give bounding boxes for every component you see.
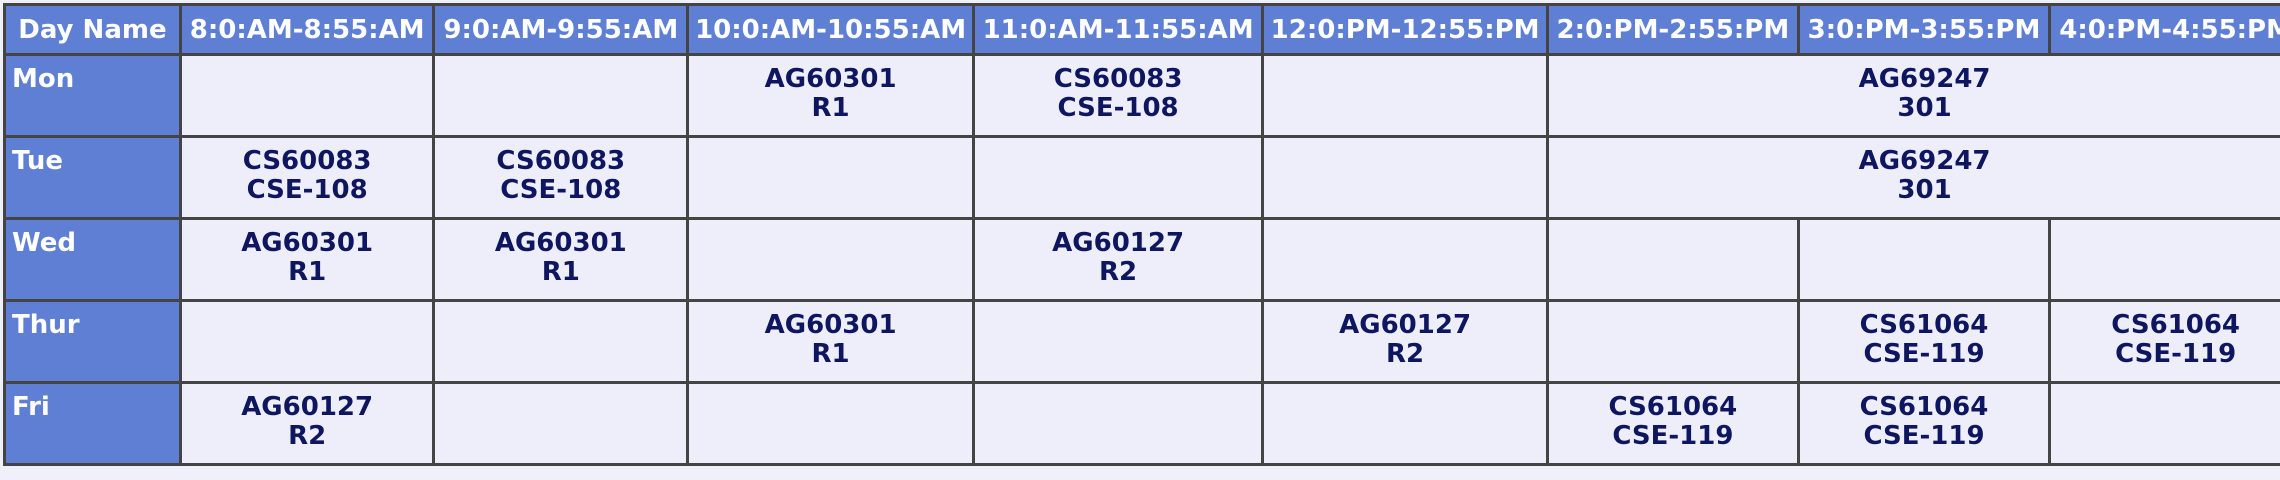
timetable-cell — [1799, 220, 2052, 302]
room-name: CSE-119 — [2115, 339, 2237, 369]
course-code: CS61064 — [2111, 310, 2241, 340]
timetable-cell — [689, 138, 976, 220]
table-row: Fri AG60127 R2 CS61064 CSE-119 CS61064 CSE-… — [6, 384, 2280, 466]
timetable-cell — [435, 384, 690, 466]
table-row: Wed AG60301 R1 AG60301 R1 AG60127 R2 — [6, 220, 2280, 302]
header-slot-7: 3:0:PM-3:55:PM — [1799, 6, 2052, 56]
day-label: Mon — [6, 56, 182, 138]
room-name: R1 — [541, 257, 580, 287]
course-code: AG69247 — [1858, 64, 1991, 94]
table-row: Thur AG60301 R1 AG60127 R2 CS61064 CSE-119 … — [6, 302, 2280, 384]
timetable-cell: CS60083 CSE-108 — [975, 56, 1265, 138]
timetable-cell — [689, 384, 976, 466]
timetable-cell: AG60127 R2 — [181, 384, 436, 466]
room-name: R1 — [288, 257, 327, 287]
timetable-cell: CS60083 CSE-108 — [181, 138, 436, 220]
timetable-cell: AG69247 301 — [1549, 56, 2280, 138]
timetable-cell — [181, 302, 436, 384]
day-label: Thur — [6, 302, 182, 384]
course-code: CS61064 — [1859, 310, 1989, 340]
room-name: 301 — [1897, 175, 1952, 205]
timetable-cell — [975, 138, 1265, 220]
timetable-cell — [1264, 56, 1550, 138]
timetable-cell — [689, 220, 976, 302]
timetable-cell: CS61064 CSE-119 — [2051, 302, 2280, 384]
timetable-cell — [1264, 220, 1550, 302]
header-slot-5: 12:0:PM-12:55:PM — [1264, 6, 1550, 56]
room-name: 301 — [1897, 93, 1952, 123]
timetable-container: Day Name 8:0:AM-8:55:AM 9:0:AM-9:55:AM 1… — [0, 0, 2280, 466]
header-slot-2: 9:0:AM-9:55:AM — [435, 6, 690, 56]
timetable-cell: AG60301 R1 — [689, 56, 976, 138]
header-slot-1: 8:0:AM-8:55:AM — [181, 6, 436, 56]
room-name: CSE-108 — [500, 175, 622, 205]
timetable-cell — [2051, 220, 2280, 302]
table-row: Tue CS60083 CSE-108 CS60083 CSE-108 AG6924… — [6, 138, 2280, 220]
timetable-cell — [435, 302, 690, 384]
room-name: R2 — [1099, 257, 1138, 287]
header-day-name: Day Name — [6, 6, 182, 56]
timetable-cell — [975, 384, 1265, 466]
timetable-cell: CS61064 CSE-119 — [1549, 384, 1800, 466]
timetable-cell — [1264, 384, 1550, 466]
header-slot-6: 2:0:PM-2:55:PM — [1549, 6, 1800, 56]
header-slot-4: 11:0:AM-11:55:AM — [975, 6, 1265, 56]
timetable-cell — [2051, 384, 2280, 466]
course-code: CS60083 — [242, 146, 372, 176]
table-row: Mon AG60301 R1 CS60083 CSE-108 AG69247 301 — [6, 56, 2280, 138]
timetable-cell: CS61064 CSE-119 — [1799, 384, 2052, 466]
room-name: R2 — [288, 421, 327, 451]
room-name: R1 — [811, 339, 850, 369]
timetable-cell — [1549, 302, 1800, 384]
timetable-cell — [1264, 138, 1550, 220]
room-name: CSE-119 — [1612, 421, 1734, 451]
course-code: AG60301 — [241, 228, 374, 258]
day-label: Tue — [6, 138, 182, 220]
course-code: AG60301 — [764, 64, 897, 94]
timetable-cell: AG60127 R2 — [975, 220, 1265, 302]
course-code: AG60301 — [764, 310, 897, 340]
timetable-cell: AG60301 R1 — [689, 302, 976, 384]
course-code: CS61064 — [1859, 392, 1989, 422]
timetable-cell — [1549, 220, 1800, 302]
room-name: R1 — [811, 93, 850, 123]
course-code: AG60127 — [1339, 310, 1472, 340]
course-code: AG69247 — [1858, 146, 1991, 176]
room-name: CSE-108 — [246, 175, 368, 205]
day-label: Wed — [6, 220, 182, 302]
course-code: CS61064 — [1608, 392, 1738, 422]
header-row: Day Name 8:0:AM-8:55:AM 9:0:AM-9:55:AM 1… — [6, 6, 2280, 56]
course-code: AG60127 — [241, 392, 374, 422]
timetable-cell: AG69247 301 — [1549, 138, 2280, 220]
timetable-cell: CS60083 CSE-108 — [435, 138, 690, 220]
header-slot-8: 4:0:PM-4:55:PM — [2051, 6, 2280, 56]
timetable-cell: AG60301 R1 — [181, 220, 436, 302]
timetable-cell: CS61064 CSE-119 — [1799, 302, 2052, 384]
timetable-cell — [435, 56, 690, 138]
course-code: AG60127 — [1052, 228, 1185, 258]
room-name: R2 — [1386, 339, 1425, 369]
room-name: CSE-108 — [1057, 93, 1179, 123]
timetable-cell: AG60127 R2 — [1264, 302, 1550, 384]
course-code: CS60083 — [496, 146, 626, 176]
course-code: AG60301 — [494, 228, 627, 258]
timetable-cell: AG60301 R1 — [435, 220, 690, 302]
timetable: Day Name 8:0:AM-8:55:AM 9:0:AM-9:55:AM 1… — [3, 3, 2280, 466]
course-code: CS60083 — [1053, 64, 1183, 94]
timetable-cell — [181, 56, 436, 138]
room-name: CSE-119 — [1863, 339, 1985, 369]
day-label: Fri — [6, 384, 182, 466]
timetable-cell — [975, 302, 1265, 384]
room-name: CSE-119 — [1863, 421, 1985, 451]
header-slot-3: 10:0:AM-10:55:AM — [689, 6, 976, 56]
